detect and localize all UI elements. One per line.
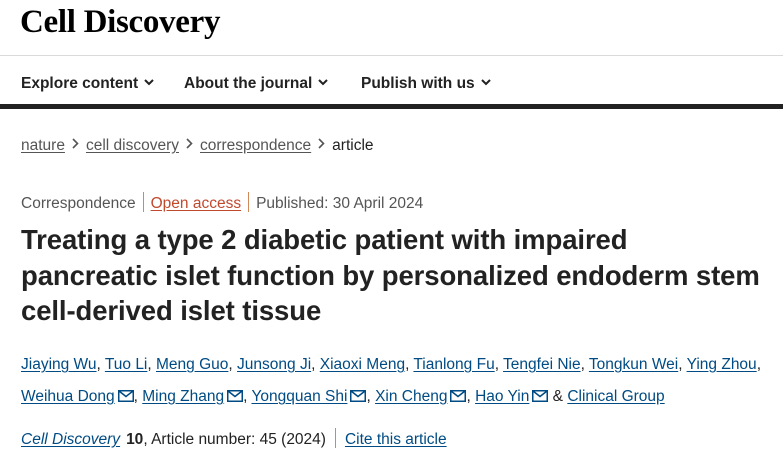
top-navigation: Explore content About the journal Publis…	[0, 56, 783, 109]
mail-icon[interactable]	[532, 382, 549, 414]
masthead: Cell Discovery	[0, 0, 783, 56]
mail-icon[interactable]	[450, 382, 467, 414]
nav-label: Explore content	[21, 75, 139, 92]
open-access-link[interactable]: Open access	[151, 195, 241, 212]
author-separator: ,	[147, 356, 157, 373]
author-list: Jiaying Wu, Tuo Li, Meng Guo, Junsong Ji…	[21, 349, 781, 414]
cite-this-article-link[interactable]: Cite this article	[345, 431, 447, 448]
mail-icon[interactable]	[227, 382, 244, 414]
chevron-down-icon	[480, 73, 491, 91]
divider	[142, 192, 144, 212]
article-title: Treating a type 2 diabetic patient with …	[21, 224, 760, 326]
author-separator: ,	[466, 388, 476, 405]
author-link[interactable]: Weihua Dong	[21, 388, 115, 405]
journal-logo[interactable]: Cell Discovery	[20, 4, 220, 41]
breadcrumb-link-correspondence[interactable]: correspondence	[200, 137, 311, 154]
nav-label: About the journal	[184, 75, 313, 92]
nav-label: Publish with us	[361, 75, 475, 92]
author-ampersand: &	[548, 388, 568, 405]
nav-about-journal[interactable]: About the journal	[184, 73, 329, 93]
journal-link[interactable]: Cell Discovery	[21, 431, 120, 448]
citation-line: Cell Discovery 10, Article number: 45 (20…	[21, 428, 447, 449]
nav-explore-content[interactable]: Explore content	[21, 73, 154, 93]
chevron-right-icon	[72, 136, 79, 154]
author-link[interactable]: Ying Zhou	[687, 356, 757, 373]
article-type: Correspondence	[21, 195, 136, 212]
author-link[interactable]: Yongquan Shi	[251, 388, 347, 405]
chevron-down-icon	[318, 73, 329, 91]
author-link[interactable]: Meng Guo	[156, 356, 228, 373]
author-separator: ,	[133, 388, 143, 405]
author-link[interactable]: Tongkun Wei	[589, 356, 678, 373]
author-link[interactable]: Tianlong Fu	[413, 356, 494, 373]
breadcrumb-link-nature[interactable]: nature	[21, 137, 65, 154]
author-separator: ,	[228, 356, 238, 373]
chevron-down-icon	[144, 73, 154, 91]
chevron-right-icon	[186, 136, 193, 154]
author-separator: ,	[96, 356, 105, 373]
author-group-link[interactable]: Clinical Group	[567, 388, 664, 405]
author-separator: ,	[311, 356, 320, 373]
author-link[interactable]: Junsong Ji	[237, 356, 311, 373]
article-meta: Correspondence Open access Published: 30 A…	[21, 192, 423, 213]
mail-icon[interactable]	[350, 382, 367, 414]
divider	[248, 192, 250, 212]
breadcrumb-link-cell-discovery[interactable]: cell discovery	[86, 137, 179, 154]
author-separator: ,	[756, 356, 761, 373]
author-separator: ,	[366, 388, 376, 405]
author-link[interactable]: Ming Zhang	[142, 388, 224, 405]
volume-number: 10	[126, 431, 144, 448]
author-link[interactable]: Tuo Li	[105, 356, 148, 373]
nav-publish-with-us[interactable]: Publish with us	[361, 73, 491, 93]
author-link[interactable]: Xiaoxi Meng	[320, 356, 405, 373]
author-link[interactable]: Tengfei Nie	[503, 356, 581, 373]
mail-icon[interactable]	[117, 382, 134, 414]
author-separator: ,	[580, 356, 589, 373]
author-separator: ,	[494, 356, 504, 373]
breadcrumb-current: article	[332, 137, 374, 154]
article-number: , Article number: 45 (2024)	[143, 431, 326, 448]
chevron-right-icon	[318, 136, 325, 154]
author-link[interactable]: Xin Cheng	[375, 388, 447, 405]
author-link[interactable]: Hao Yin	[475, 388, 529, 405]
author-separator: ,	[678, 356, 687, 373]
published-date: Published: 30 April 2024	[256, 195, 424, 212]
divider	[334, 428, 336, 448]
breadcrumb: nature cell discovery correspondence articl…	[21, 136, 374, 155]
author-link[interactable]: Jiaying Wu	[21, 356, 97, 373]
